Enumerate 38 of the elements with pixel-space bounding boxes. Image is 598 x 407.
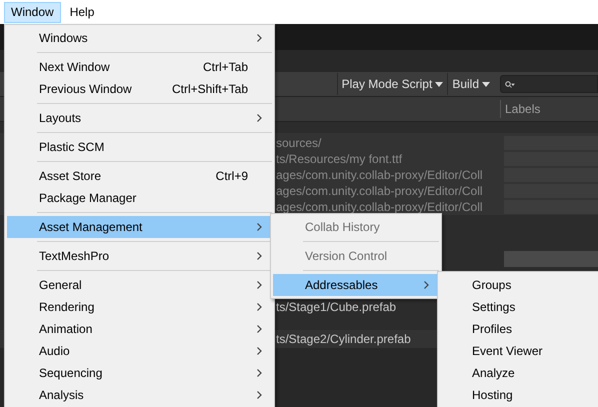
caret-icon xyxy=(482,82,490,86)
menu-item[interactable]: Plastic SCM xyxy=(7,136,272,158)
menu-item[interactable]: Audio xyxy=(7,340,272,362)
menu-item[interactable]: Profiles xyxy=(440,318,598,340)
menu-bar-item[interactable]: Window xyxy=(4,2,61,23)
menu-item[interactable]: Addressables xyxy=(273,274,439,296)
asset-path: ages/com.unity.collab-proxy/Editor/Coll xyxy=(276,184,483,198)
menu-item[interactable]: Hosting xyxy=(440,384,598,406)
menu-item[interactable]: General xyxy=(7,274,272,296)
menu-item[interactable]: Next Window Ctrl+Tab xyxy=(7,56,272,78)
menu-item[interactable]: Asset Management xyxy=(7,216,272,238)
search-field[interactable] xyxy=(500,75,598,93)
asset-path: ages/com.unity.collab-proxy/Editor/Coll xyxy=(276,168,483,182)
menu-item[interactable]: Animation xyxy=(7,318,272,340)
menu-item[interactable]: Event Viewer xyxy=(440,340,598,362)
dropdown-button[interactable]: Play Mode Script xyxy=(336,73,448,95)
menu-item[interactable]: Package Manager xyxy=(7,187,272,209)
caret-icon xyxy=(435,82,444,86)
menu-item[interactable]: Asset Store Ctrl+9 xyxy=(7,165,272,187)
menu-item[interactable]: Sequencing xyxy=(7,362,272,384)
menu-item[interactable]: Layouts xyxy=(7,107,272,129)
column-header: Labels xyxy=(500,100,540,118)
menu-item[interactable]: Windows xyxy=(7,27,272,49)
search-icon xyxy=(505,80,515,88)
asset-path: ages/com.unity.collab-proxy/Editor/Coll xyxy=(276,200,483,214)
asset-path: ts/Resources/my font.ttf xyxy=(276,152,402,166)
asset-path: ts/Stage1/Cube.prefab xyxy=(276,300,396,314)
menu-item[interactable]: Analysis xyxy=(7,384,272,406)
menu-item[interactable]: TextMeshPro xyxy=(7,245,272,267)
asset-path: ts/Stage2/Cylinder.prefab xyxy=(276,332,411,346)
menu-item[interactable]: Analyze xyxy=(440,362,598,384)
menu-item[interactable]: Rendering xyxy=(7,296,272,318)
menu-bar-item[interactable]: Help xyxy=(62,2,102,23)
menu-item[interactable]: Groups xyxy=(440,274,598,296)
asset-path: sources/ xyxy=(276,136,322,150)
dropdown-button[interactable]: Build xyxy=(447,73,494,95)
menu-item[interactable]: Previous Window Ctrl+Shift+Tab xyxy=(7,78,272,100)
menu-item[interactable]: Settings xyxy=(440,296,598,318)
